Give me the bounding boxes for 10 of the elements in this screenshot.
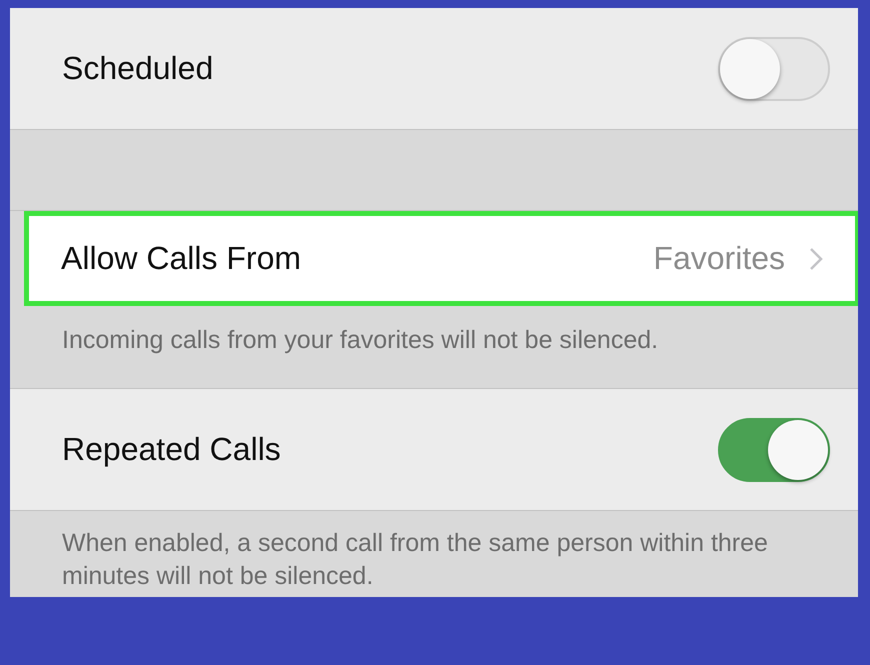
toggle-switch[interactable]: [718, 418, 830, 482]
row-label: Scheduled: [62, 50, 214, 87]
toggle-switch[interactable]: [718, 36, 830, 100]
row-value: Favorites: [653, 240, 785, 277]
footer-text: When enabled, a second call from the same person within three minutes will not be silenced.: [62, 529, 768, 590]
row-label: Repeated Calls: [62, 431, 282, 468]
row-label: Allow Calls From: [61, 240, 302, 277]
chevron-icon: [809, 246, 823, 270]
settings-row[interactable]: Allow Calls From Favorites: [24, 211, 858, 306]
footer-text: Incoming calls from your favorites will not be silenced.: [62, 326, 658, 354]
